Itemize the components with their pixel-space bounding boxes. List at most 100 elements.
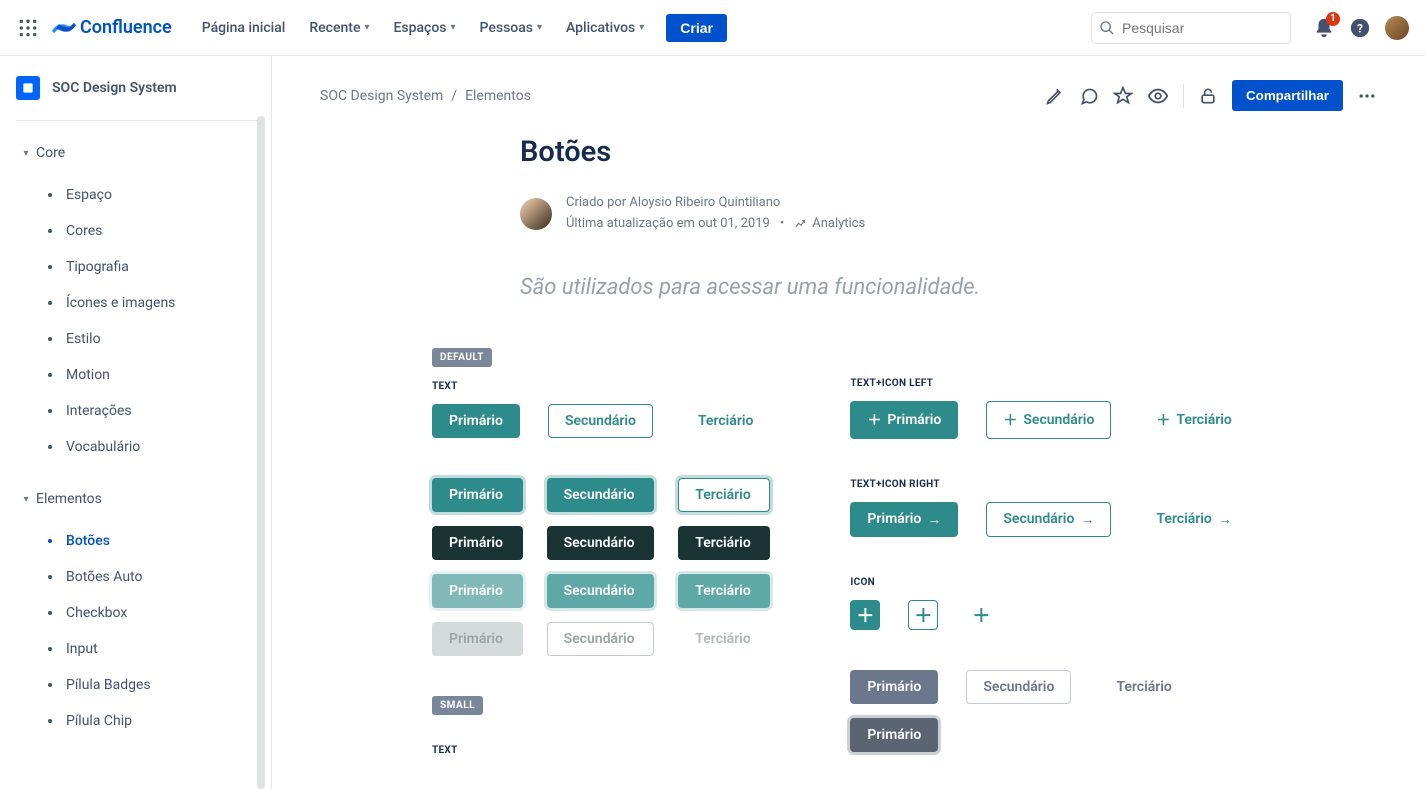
topnav-right-icons: 1 ? (1313, 16, 1409, 40)
sidebar-item-interacoes[interactable]: Interações (40, 393, 263, 429)
page-header: SOC Design System / Elementos Compartilh… (320, 80, 1377, 111)
layout: SOC Design System ▾ Core Espaço Cores Ti… (0, 56, 1425, 789)
example-primary-gray-hover: Primário (850, 718, 938, 752)
updated-row: Última atualização em out 01, 2019 • Ana… (566, 214, 865, 235)
app-switcher-icon[interactable] (16, 16, 40, 40)
content: Botões Criado por Aloysio Ribeiro Quinti… (520, 135, 1320, 789)
caret-down-icon: ▾ (16, 494, 36, 505)
sidebar-item-icones[interactable]: Ícones e imagens (40, 285, 263, 321)
sidebar-item-espaco[interactable]: Espaço (40, 177, 263, 213)
sidebar-item-botoes-auto[interactable]: Botões Auto (40, 559, 263, 595)
star-icon[interactable] (1113, 86, 1133, 106)
sidebar-item-motion[interactable]: Motion (40, 357, 263, 393)
product-name: Confluence (80, 17, 172, 38)
search-icon (1099, 20, 1115, 36)
example-primary-icon: ＋ (850, 600, 880, 630)
example-secondary-iconleft: ＋Secundário (986, 401, 1111, 439)
example-tertiary-active: Terciário (678, 526, 770, 560)
sidebar-item-tipografia[interactable]: Tipografia (40, 249, 263, 285)
space-title: SOC Design System (52, 80, 177, 96)
example-secondary-icon: ＋ (908, 600, 938, 630)
nav-links: Página inicial Recente▾ Espaços▾ Pessoas… (192, 14, 727, 42)
sidebar-item-botoes[interactable]: Botões (40, 523, 263, 559)
confluence-icon (52, 16, 76, 40)
confluence-logo[interactable]: Confluence (52, 16, 172, 40)
search-input[interactable] (1091, 12, 1291, 44)
row-icononly: ＋ ＋ ＋ (850, 600, 1248, 630)
example-primary-iconright: Primário→ (850, 502, 958, 537)
tree-group-core[interactable]: ▾ Core (16, 133, 263, 173)
example-tertiary-gray: Terciário (1099, 670, 1188, 704)
chevron-down-icon: ▾ (537, 22, 542, 33)
divider (1183, 84, 1184, 108)
sidebar-item-cores[interactable]: Cores (40, 213, 263, 249)
nav-spaces[interactable]: Espaços▾ (383, 14, 465, 42)
tree-group-label: Core (36, 139, 65, 167)
example-tertiary-focus: Terciário (678, 574, 770, 608)
main-content: SOC Design System / Elementos Compartilh… (272, 56, 1425, 789)
user-avatar[interactable] (1385, 16, 1409, 40)
example-primary-active: Primário (432, 526, 523, 560)
sidebar: SOC Design System ▾ Core Espaço Cores Ti… (0, 56, 272, 789)
example-secondary-iconright: Secundário→ (986, 502, 1111, 537)
tag-small: SMALL (432, 696, 483, 715)
examples-left: DEFAULT TEXT Primário Secundário Terciár… (432, 348, 770, 789)
share-button[interactable]: Compartilhar (1232, 80, 1343, 111)
intro-text: São utilizados para acessar uma funciona… (520, 275, 1320, 300)
more-icon[interactable] (1357, 86, 1377, 106)
sidebar-item-vocabulario[interactable]: Vocabulário (40, 429, 263, 465)
example-tertiary-disabled: Terciário (678, 622, 770, 656)
sidebar-item-pilula-chip[interactable]: Pílula Chip (40, 703, 263, 739)
sidebar-item-pilula-badges[interactable]: Pílula Badges (40, 667, 263, 703)
watch-icon[interactable] (1147, 85, 1169, 107)
space-header[interactable]: SOC Design System (16, 76, 263, 100)
search-box (1091, 12, 1291, 44)
label-text: TEXT (432, 381, 770, 392)
tag-default: DEFAULT (432, 348, 492, 367)
plus-icon: ＋ (867, 410, 881, 430)
nav-home[interactable]: Página inicial (192, 14, 296, 42)
example-secondary-disabled: Secundário (547, 622, 655, 656)
chevron-down-icon: ▾ (639, 22, 644, 33)
nav-people[interactable]: Pessoas▾ (470, 14, 552, 42)
example-tertiary-iconleft: ＋Terciário (1139, 401, 1248, 439)
example-primary-gray: Primário (850, 670, 938, 704)
sidebar-item-checkbox[interactable]: Checkbox (40, 595, 263, 631)
analytics-link[interactable]: Analytics (794, 214, 865, 235)
example-secondary-focus: Secundário (547, 574, 655, 608)
author-avatar[interactable] (520, 198, 552, 230)
breadcrumb-parent[interactable]: Elementos (465, 88, 531, 104)
notifications-icon[interactable]: 1 (1313, 17, 1335, 39)
sidebar-item-estilo[interactable]: Estilo (40, 321, 263, 357)
sidebar-item-input[interactable]: Input (40, 631, 263, 667)
state-grid: Primário Secundário Terciário Primário S… (432, 478, 770, 656)
label-text-icon-right: TEXT+ICON RIGHT (850, 479, 1248, 490)
edit-icon[interactable] (1045, 86, 1065, 106)
restrictions-icon[interactable] (1198, 86, 1218, 106)
row-iconleft: ＋Primário ＋Secundário ＋Terciário (850, 401, 1248, 439)
tree-group-elementos[interactable]: ▾ Elementos (16, 479, 263, 519)
arrow-right-icon: → (1218, 511, 1232, 528)
help-icon[interactable]: ? (1349, 17, 1371, 39)
arrow-right-icon: → (1080, 511, 1094, 528)
nav-apps[interactable]: Aplicativos▾ (556, 14, 654, 42)
breadcrumb-space[interactable]: SOC Design System (320, 88, 443, 104)
example-secondary-hover: Secundário (547, 478, 655, 512)
example-primary-focus: Primário (432, 574, 523, 608)
example-tertiary-icon: ＋ (966, 600, 996, 630)
example-secondary-active: Secundário (547, 526, 655, 560)
create-button[interactable]: Criar (666, 14, 727, 42)
arrow-right-icon: → (927, 511, 941, 528)
nav-recent[interactable]: Recente▾ (299, 14, 379, 42)
page-actions: Compartilhar (1045, 80, 1377, 111)
divider (16, 120, 263, 121)
comment-icon[interactable] (1079, 86, 1099, 106)
space-icon (16, 76, 40, 100)
row-gray-hover: Primário (850, 718, 1248, 752)
row-iconright: Primário→ Secundário→ Terciário→ (850, 502, 1248, 537)
examples-block: DEFAULT TEXT Primário Secundário Terciár… (432, 348, 1320, 789)
top-navigation: Confluence Página inicial Recente▾ Espaç… (0, 0, 1425, 56)
label-text-small: TEXT (432, 745, 770, 756)
example-primary-disabled: Primário (432, 622, 523, 656)
byline: Criado por Aloysio Ribeiro Quintiliano Ú… (520, 193, 1320, 235)
